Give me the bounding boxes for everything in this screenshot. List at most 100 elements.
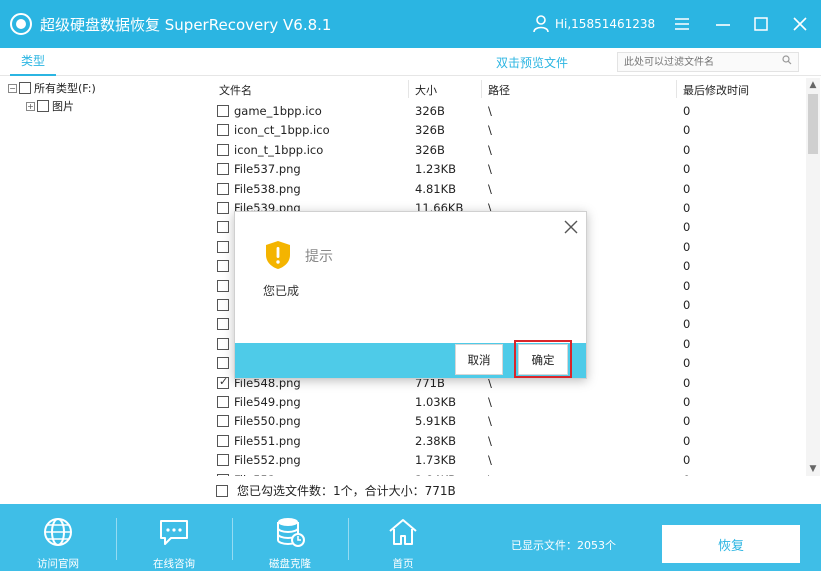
table-row[interactable]: File538.png 4.81KB \ 0 <box>210 180 806 199</box>
table-row[interactable]: icon_ct_1bpp.ico 326B \ 0 <box>210 121 806 140</box>
dialog-cancel-button[interactable]: 取消 <box>455 344 503 375</box>
recover-button[interactable]: 恢复 <box>662 525 800 563</box>
row-checkbox[interactable] <box>217 415 229 428</box>
nav-official-site[interactable]: 访问官网 <box>0 504 116 571</box>
nav-label: 首页 <box>392 558 414 570</box>
user-icon[interactable] <box>533 15 549 37</box>
file-name: icon_ct_1bpp.ico <box>234 123 330 138</box>
file-mtime: 0 <box>683 259 691 274</box>
table-row[interactable]: File553.png 2.84KB \ 0 <box>210 471 806 476</box>
scroll-down-icon[interactable]: ▼ <box>806 462 820 476</box>
summary-text: 您已勾选文件数：1个，合计大小：771B <box>237 484 456 498</box>
row-checkbox[interactable] <box>217 182 229 195</box>
table-row[interactable]: game_1bpp.ico 326B \ 0 <box>210 102 806 121</box>
selection-summary: 您已勾选文件数：1个，合计大小：771B <box>216 482 456 499</box>
file-path: \ <box>488 142 492 157</box>
row-checkbox[interactable] <box>217 318 229 331</box>
dialog-close-icon[interactable] <box>564 218 578 239</box>
tree-root-checkbox[interactable] <box>19 82 31 94</box>
row-checkbox[interactable] <box>217 240 229 253</box>
prompt-dialog: 提示 您已成 取消 确定 <box>234 211 587 379</box>
minimize-icon[interactable] <box>711 12 735 36</box>
file-mtime: 0 <box>683 298 691 312</box>
row-checkbox[interactable] <box>217 434 229 447</box>
column-header-size[interactable]: 大小 <box>415 82 437 98</box>
tree-item-label: 图片 <box>52 100 74 113</box>
file-name: File551.png <box>234 433 301 448</box>
scroll-thumb[interactable] <box>808 94 818 154</box>
scrollbar[interactable]: ▲ ▼ <box>806 78 820 476</box>
nav-disk-clone[interactable]: 磁盘克隆 <box>232 504 348 571</box>
file-size: 1.23KB <box>415 162 457 177</box>
row-checkbox[interactable] <box>217 396 229 408</box>
row-checkbox[interactable] <box>217 260 229 273</box>
row-checkbox[interactable] <box>217 473 229 476</box>
file-name: File549.png <box>234 395 301 409</box>
preview-file-link[interactable]: 双击预览文件 <box>496 54 568 71</box>
table-row[interactable]: icon_t_1bpp.ico 326B \ 0 <box>210 141 806 160</box>
chat-icon <box>160 520 188 545</box>
tree-root[interactable]: − 所有类型(F:) <box>8 80 96 96</box>
app-title: 超级硬盘数据恢复 SuperRecovery V6.8.1 <box>40 16 332 34</box>
row-checkbox[interactable] <box>217 221 229 234</box>
nav-online-chat[interactable]: 在线咨询 <box>116 504 232 571</box>
column-header-mtime[interactable]: 最后修改时间 <box>683 82 749 98</box>
file-path: \ <box>488 453 492 468</box>
tree-item-images[interactable]: + 图片 <box>26 98 74 114</box>
scroll-up-icon[interactable]: ▲ <box>806 78 820 92</box>
table-row[interactable]: File551.png 2.38KB \ 0 <box>210 432 806 451</box>
file-mtime: 0 <box>683 453 691 468</box>
select-all-checkbox[interactable] <box>216 484 228 497</box>
table-row[interactable]: File537.png 1.23KB \ 0 <box>210 160 806 179</box>
file-name: game_1bpp.ico <box>234 104 322 118</box>
nav-label: 磁盘克隆 <box>269 558 311 570</box>
maximize-icon[interactable] <box>749 12 773 36</box>
column-header-path[interactable]: 路径 <box>488 82 510 98</box>
file-name: File538.png <box>234 181 301 196</box>
disk-clone-icon <box>277 518 305 547</box>
row-checkbox[interactable] <box>217 163 229 176</box>
row-checkbox[interactable] <box>217 299 229 311</box>
nav-home[interactable]: 首页 <box>345 504 461 571</box>
row-checkbox[interactable] <box>217 357 229 370</box>
column-divider[interactable] <box>408 80 409 98</box>
file-name: File550.png <box>234 414 301 429</box>
row-checkbox[interactable] <box>217 124 229 137</box>
row-checkbox[interactable] <box>217 337 229 350</box>
user-account[interactable]: Hi,15851461238 <box>555 17 655 31</box>
file-mtime: 0 <box>683 220 691 235</box>
warning-shield-icon <box>266 241 290 269</box>
close-icon[interactable] <box>788 12 812 36</box>
row-checkbox[interactable] <box>217 105 229 117</box>
column-divider[interactable] <box>481 80 482 98</box>
search-input[interactable] <box>618 53 778 71</box>
file-path: \ <box>488 395 492 409</box>
row-checkbox[interactable] <box>217 202 229 214</box>
file-mtime: 0 <box>683 278 691 293</box>
column-divider[interactable] <box>676 80 677 98</box>
file-mtime: 0 <box>683 239 691 254</box>
table-row[interactable]: File550.png 5.91KB \ 0 <box>210 412 806 431</box>
file-size: 326B <box>415 104 445 118</box>
file-name: File553.png <box>234 473 301 476</box>
collapse-icon[interactable]: − <box>8 83 17 93</box>
row-checkbox[interactable] <box>217 454 229 467</box>
file-path: \ <box>488 104 492 118</box>
row-checkbox[interactable] <box>217 143 229 156</box>
table-row[interactable]: File549.png 1.03KB \ 0 <box>210 393 806 412</box>
menu-icon[interactable] <box>670 12 694 36</box>
file-size: 2.38KB <box>415 433 457 448</box>
nav-label: 访问官网 <box>37 558 79 570</box>
file-size: 1.73KB <box>415 453 457 468</box>
table-row[interactable]: File552.png 1.73KB \ 0 <box>210 451 806 470</box>
row-checkbox[interactable] <box>217 279 229 292</box>
tree-item-checkbox[interactable] <box>37 100 49 112</box>
column-header-name[interactable]: 文件名 <box>219 82 252 98</box>
search-icon[interactable] <box>782 55 792 68</box>
type-tree: − 所有类型(F:) + 图片 <box>0 78 210 504</box>
tab-type[interactable]: 类型 <box>10 48 56 76</box>
expand-icon[interactable]: + <box>26 101 35 111</box>
row-checkbox[interactable] <box>217 375 229 389</box>
file-mtime: 0 <box>683 142 691 157</box>
file-path: \ <box>488 433 492 448</box>
